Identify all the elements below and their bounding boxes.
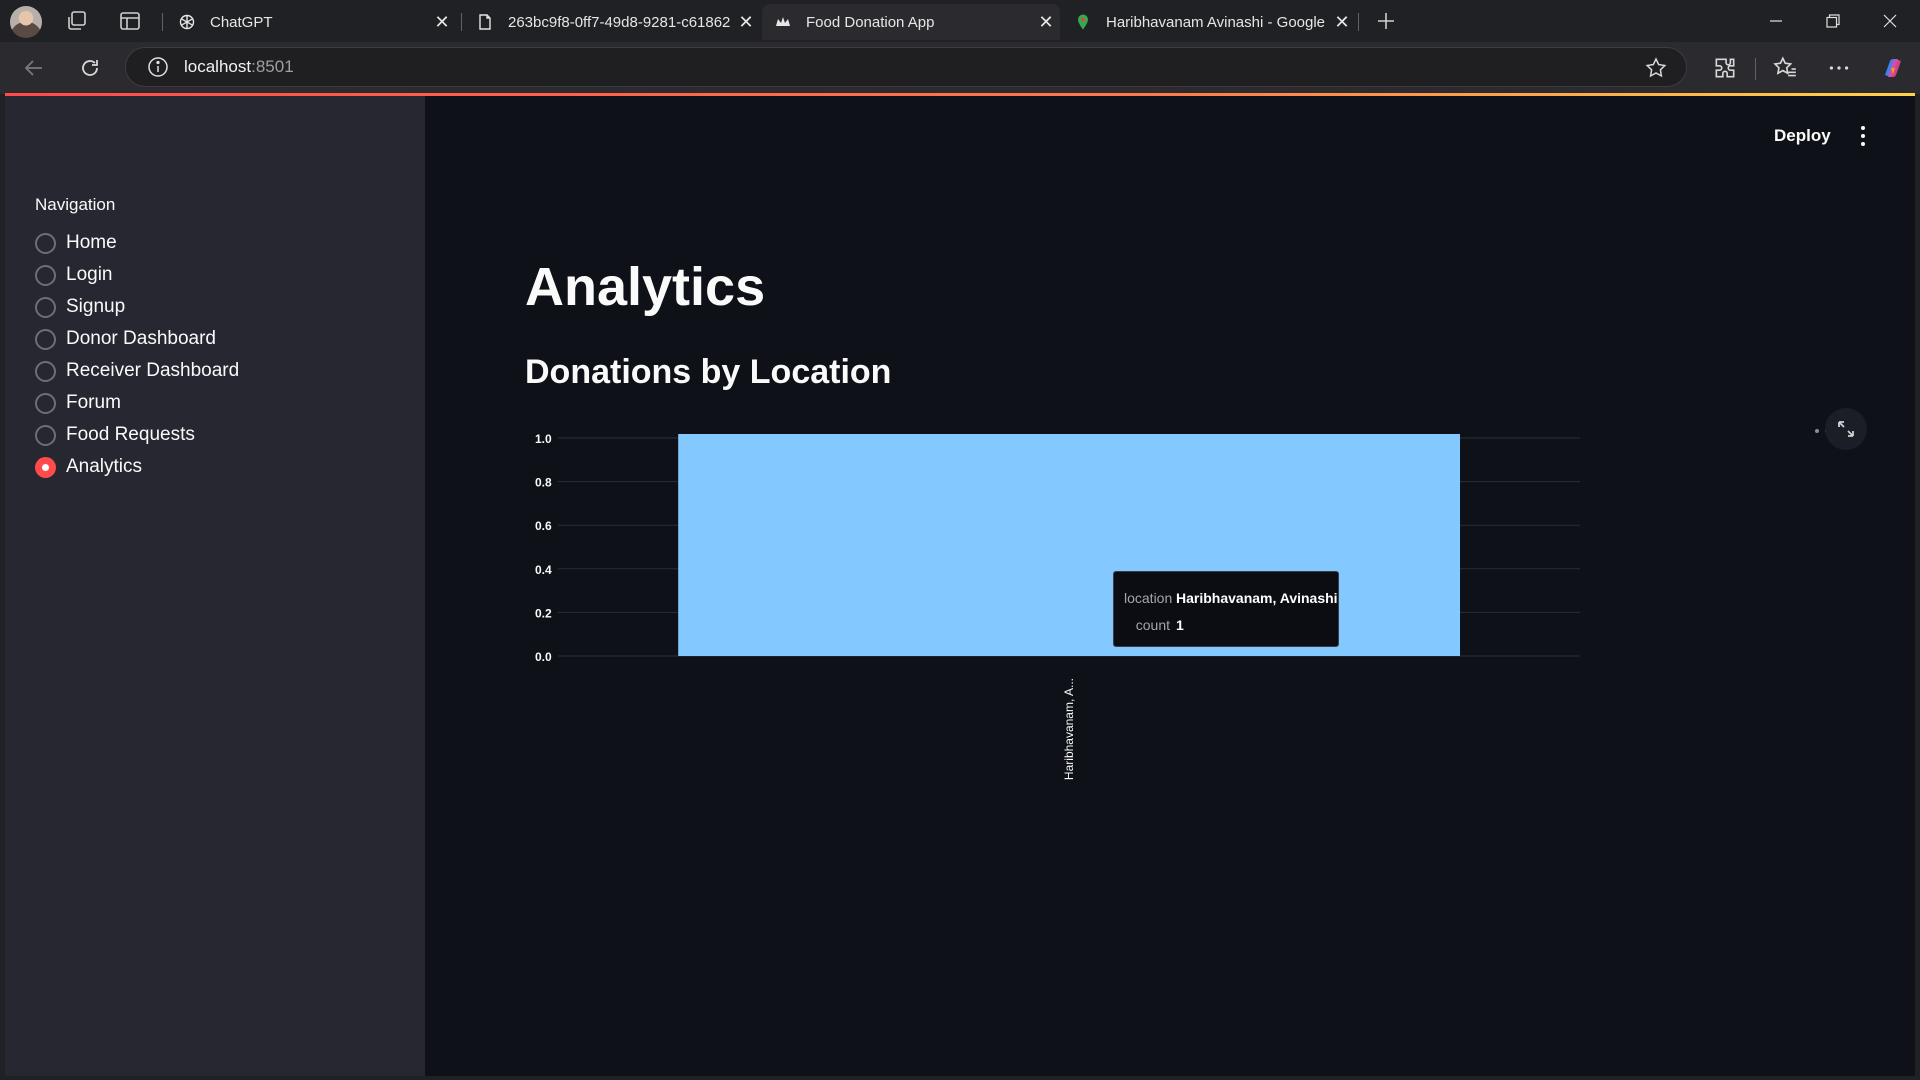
main-content: Deploy Analytics Donations by Location 0… <box>425 96 1915 1076</box>
y-tick-label: 0.0 <box>535 650 552 664</box>
chart-tooltip: location Haribhavanam, Avinashi count 1 <box>1113 571 1339 647</box>
reload-icon[interactable] <box>76 54 104 82</box>
document-icon <box>476 13 494 31</box>
radio-button[interactable] <box>35 232 56 254</box>
browser-tab-bar: ChatGPT ✕ 263bc9f8-0ff7-49d8-9281-c61862… <box>0 0 1920 42</box>
address-bar[interactable]: localhost:8501 <box>125 47 1687 87</box>
tooltip-key: count <box>1135 616 1170 633</box>
site-info-icon[interactable] <box>146 55 170 79</box>
tab-title: 263bc9f8-0ff7-49d8-9281-c61862 <box>508 13 731 31</box>
nav-radio-forum[interactable]: Forum <box>35 387 239 419</box>
favorites-icon[interactable] <box>1772 55 1798 81</box>
y-tick-label: 1.0 <box>535 432 552 446</box>
fullscreen-expand-icon[interactable] <box>1825 408 1867 450</box>
navigation-radio-group: Home Login Signup Donor Dashboard Receiv… <box>35 227 239 483</box>
url-text: localhost:8501 <box>184 57 294 76</box>
streamlit-crown-icon <box>774 13 792 31</box>
streamlit-app: Navigation Home Login Signup Donor Dashb… <box>5 96 1915 1076</box>
y-tick-label: 0.6 <box>535 519 552 533</box>
tab-document[interactable]: 263bc9f8-0ff7-49d8-9281-c61862 ✕ <box>464 4 760 40</box>
close-icon[interactable]: ✕ <box>1032 8 1060 36</box>
nav-radio-signup[interactable]: Signup <box>35 291 239 323</box>
close-icon[interactable]: ✕ <box>732 8 760 36</box>
page-title: Analytics <box>525 257 766 317</box>
tooltip-value: 1 <box>1176 616 1184 633</box>
nav-radio-receiver-dashboard[interactable]: Receiver Dashboard <box>35 355 239 387</box>
nav-radio-home[interactable]: Home <box>35 227 239 259</box>
nav-radio-donor-dashboard[interactable]: Donor Dashboard <box>35 323 239 355</box>
tab-google-maps[interactable]: Haribhavanam Avinashi - Google ✕ <box>1062 4 1356 40</box>
radio-label: Donor Dashboard <box>66 328 216 349</box>
tab-title: ChatGPT <box>210 13 273 31</box>
y-tick-label: 0.4 <box>535 563 552 577</box>
openai-icon <box>178 13 196 31</box>
tooltip-key: location <box>1124 589 1173 606</box>
radio-label: Home <box>66 232 117 253</box>
x-tick-label: Haribhavanam, A... <box>1062 678 1076 780</box>
radio-button[interactable] <box>35 328 56 350</box>
new-tab-icon[interactable] <box>1374 9 1398 33</box>
tab-title: Haribhavanam Avinashi - Google <box>1106 13 1326 31</box>
tab-food-donation-app[interactable]: Food Donation App ✕ <box>762 4 1060 40</box>
radio-label: Signup <box>66 296 126 317</box>
browser-toolbar: localhost:8501 <box>0 42 1920 94</box>
tab-chatgpt[interactable]: ChatGPT ✕ <box>166 4 456 40</box>
minimize-icon[interactable] <box>1748 0 1804 42</box>
close-window-icon[interactable] <box>1862 0 1918 42</box>
y-tick-label: 0.8 <box>535 476 552 490</box>
more-options-icon[interactable] <box>1826 55 1852 81</box>
deploy-button[interactable]: Deploy <box>1774 126 1831 146</box>
workspaces-icon[interactable] <box>65 9 89 33</box>
radio-button[interactable] <box>35 296 56 318</box>
close-icon[interactable]: ✕ <box>428 8 456 36</box>
back-arrow-icon[interactable] <box>20 54 48 82</box>
radio-label: Receiver Dashboard <box>66 360 240 381</box>
radio-button[interactable] <box>35 264 56 286</box>
radio-label: Forum <box>66 392 121 413</box>
radio-button[interactable] <box>35 392 56 414</box>
tab-title: Food Donation App <box>806 13 935 31</box>
chart-bar[interactable] <box>678 434 1461 656</box>
navigation-heading: Navigation <box>35 195 116 214</box>
chart-subheader: Donations by Location <box>525 353 892 391</box>
window-bottom-edge <box>0 1076 1920 1080</box>
copilot-icon[interactable] <box>1880 55 1906 81</box>
close-icon[interactable]: ✕ <box>1328 8 1356 36</box>
nav-radio-analytics[interactable]: Analytics <box>35 451 239 483</box>
maps-pin-icon <box>1074 13 1092 31</box>
radio-label: Food Requests <box>66 424 195 445</box>
profile-avatar[interactable] <box>10 6 42 38</box>
favorite-star-icon[interactable] <box>1644 56 1668 80</box>
vertical-tabs-icon[interactable] <box>118 9 142 33</box>
main-menu-icon[interactable] <box>1859 126 1867 146</box>
radio-button[interactable] <box>35 360 56 382</box>
nav-radio-food-requests[interactable]: Food Requests <box>35 419 239 451</box>
sidebar: Navigation Home Login Signup Donor Dashb… <box>5 96 425 1076</box>
extensions-icon[interactable] <box>1712 55 1738 81</box>
tooltip-value: Haribhavanam, Avinashi <box>1176 589 1338 606</box>
radio-label: Login <box>66 264 113 285</box>
radio-button-selected[interactable] <box>35 456 56 478</box>
y-tick-label: 0.2 <box>535 606 552 620</box>
radio-button[interactable] <box>35 424 56 446</box>
nav-radio-login[interactable]: Login <box>35 259 239 291</box>
restore-icon[interactable] <box>1805 0 1861 42</box>
radio-label: Analytics <box>66 456 143 477</box>
